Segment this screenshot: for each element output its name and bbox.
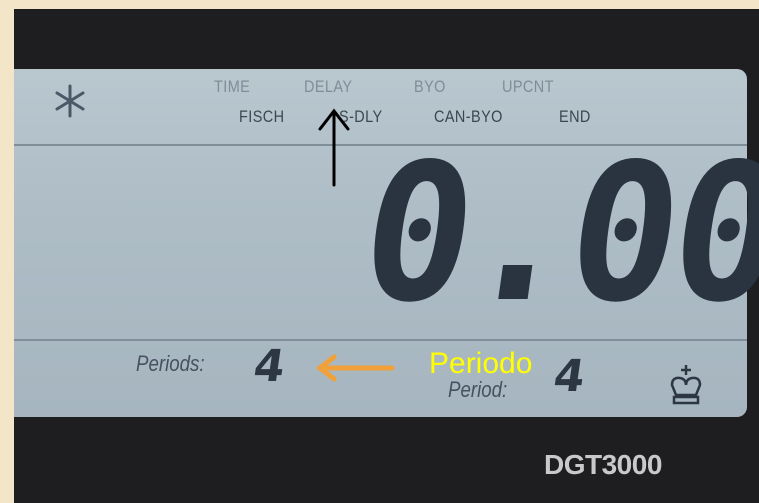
mode-upcnt: UPCNT: [502, 77, 554, 96]
annotation-label: Periodo: [429, 347, 533, 380]
clock-body: TIME DELAY BYO UPCNT FISCH S-DLY CAN-BYO…: [14, 9, 759, 503]
mode-delay: DELAY: [304, 77, 353, 96]
brand-logo: DGT3000: [544, 449, 662, 480]
main-time-readout: 0.00: [349, 123, 759, 344]
mode-byo: BYO: [414, 77, 446, 96]
mode-time: TIME: [214, 77, 251, 96]
periods-label: Periods:: [136, 351, 205, 376]
arrow-up-annotation: [318, 108, 350, 187]
snowflake-icon: [55, 84, 85, 118]
crown-icon: [670, 365, 702, 405]
arrow-left-annotation: [315, 354, 395, 382]
period-value: 4: [550, 351, 589, 402]
periods-value: 4: [250, 341, 289, 392]
mode-fisch: FISCH: [239, 107, 285, 126]
